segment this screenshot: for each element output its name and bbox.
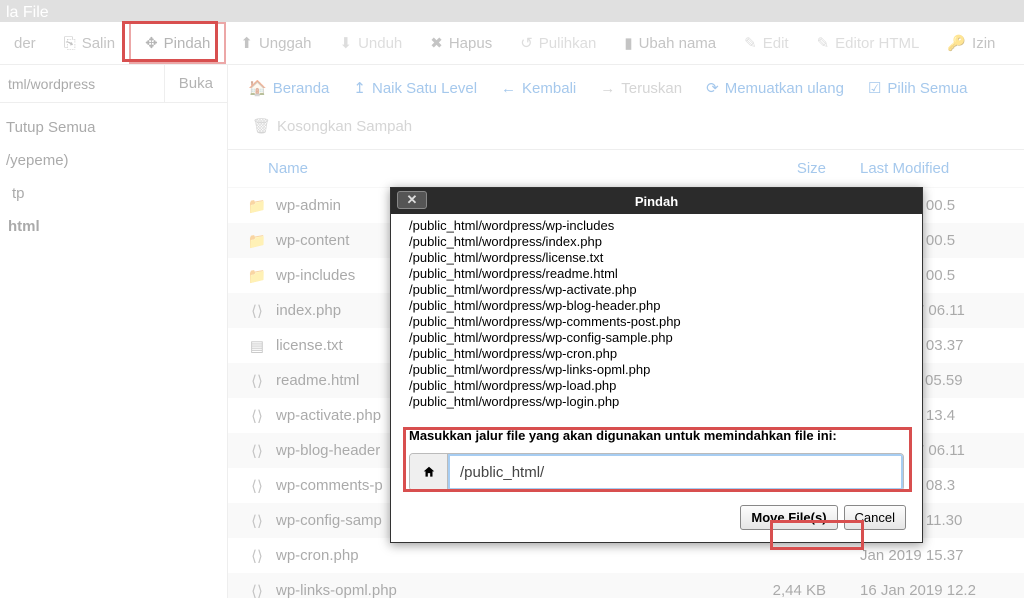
toolbar-hapus[interactable]: ✖Hapus xyxy=(416,22,506,64)
file-modified: Jan 2019 15.37 xyxy=(826,547,1006,564)
action-reload[interactable]: ⟳Memuatkan ulang xyxy=(696,71,854,105)
dialog-title: Pindah xyxy=(635,194,678,209)
tree-node-html[interactable]: html xyxy=(6,210,221,243)
collapse-all[interactable]: Tutup Semua xyxy=(6,111,221,144)
file-row[interactable]: ⟨⟩wp-cron.php Jan 2019 15.37 xyxy=(228,538,1024,573)
col-name[interactable]: Name xyxy=(246,160,716,177)
sidebar: Buka Tutup Semua /yepeme) tp html xyxy=(0,65,228,598)
file-name: wp-links-opml.php xyxy=(268,582,716,598)
action-kosongkan[interactable]: 🗑Kosongkan Sampah xyxy=(242,109,422,143)
tree-node-tp[interactable]: tp xyxy=(6,177,221,210)
list-header: Name Size Last Modified xyxy=(228,150,1024,188)
file-modified: 16 Jan 2019 12.2 xyxy=(826,582,1006,598)
key-icon: 🔑 xyxy=(947,34,966,52)
file-name: wp-cron.php xyxy=(268,547,716,564)
tree-home[interactable]: /yepeme) xyxy=(6,144,221,177)
file-type-icon: ⟨⟩ xyxy=(246,512,268,530)
file-type-icon: ⟨⟩ xyxy=(246,547,268,565)
file-type-icon: ⟨⟩ xyxy=(246,477,268,495)
file-type-icon: ⟨⟩ xyxy=(246,302,268,320)
toolbar-ubahnama[interactable]: ▮Ubah nama xyxy=(610,22,730,64)
move-icon: ✥ xyxy=(145,34,158,52)
action-kembali[interactable]: ←Kembali xyxy=(491,72,586,105)
window-title-bar: la File xyxy=(0,0,1024,22)
dialog-path-item: /public_html/wordpress/wp-login.php xyxy=(409,394,904,410)
dialog-path-item: /public_html/wordpress/wp-cron.php xyxy=(409,346,904,362)
file-type-icon: ⟨⟩ xyxy=(246,442,268,460)
up-level-icon: ↥ xyxy=(353,79,366,97)
move-dialog: ✕ Pindah /public_html/wordpress/wp-inclu… xyxy=(390,187,923,543)
action-beranda[interactable]: 🏠Beranda xyxy=(238,71,339,105)
file-type-icon: 📁 xyxy=(246,267,268,285)
dialog-title-bar: ✕ Pindah xyxy=(391,188,922,214)
destination-input[interactable] xyxy=(448,454,903,490)
file-type-icon: ⟨⟩ xyxy=(246,407,268,425)
dialog-path-item: /public_html/wordpress/wp-blog-header.ph… xyxy=(409,298,904,314)
dialog-path-item: /public_html/wordpress/wp-comments-post.… xyxy=(409,314,904,330)
toolbar-salin[interactable]: ⎘Salin xyxy=(50,22,129,64)
cancel-button[interactable]: Cancel xyxy=(844,505,906,530)
toolbar-unggah[interactable]: ⬆Unggah xyxy=(226,22,325,64)
delete-icon: ✖ xyxy=(430,34,443,52)
edit-icon: ✎ xyxy=(744,34,757,52)
toolbar-edit[interactable]: ✎Edit xyxy=(730,22,802,64)
action-teruskan[interactable]: →Teruskan xyxy=(590,72,692,105)
rename-icon: ▮ xyxy=(624,34,632,52)
dialog-path-list: /public_html/wordpress/wp-includes/publi… xyxy=(409,218,904,410)
file-type-icon: ⟨⟩ xyxy=(246,582,268,599)
move-files-button[interactable]: Move File(s) xyxy=(740,505,837,530)
select-all-icon: ☑ xyxy=(868,79,881,97)
file-type-icon: 📁 xyxy=(246,197,268,215)
dialog-path-item: /public_html/wordpress/wp-load.php xyxy=(409,378,904,394)
toolbar-unduh[interactable]: ⬇Unduh xyxy=(325,22,416,64)
dialog-path-item: /public_html/wordpress/wp-activate.php xyxy=(409,282,904,298)
file-row[interactable]: ⟨⟩wp-links-opml.php2,44 KB16 Jan 2019 12… xyxy=(228,573,1024,598)
dialog-close-button[interactable]: ✕ xyxy=(397,191,427,209)
file-size: 2,44 KB xyxy=(716,582,826,598)
dialog-path-item: /public_html/wordpress/wp-includes xyxy=(409,218,904,234)
action-naik[interactable]: ↥Naik Satu Level xyxy=(343,71,487,105)
path-input[interactable] xyxy=(0,65,164,102)
home-icon xyxy=(422,465,436,479)
go-button[interactable]: Buka xyxy=(164,65,227,102)
col-modified[interactable]: Last Modified xyxy=(826,160,1006,177)
window-title: la File xyxy=(6,4,49,22)
dialog-path-item: /public_html/wordpress/index.php xyxy=(409,234,904,250)
reload-icon: ⟳ xyxy=(706,79,719,97)
dialog-prompt: Masukkan jalur file yang akan digunakan … xyxy=(409,428,904,443)
file-type-icon: 📁 xyxy=(246,232,268,250)
dialog-path-item: /public_html/wordpress/wp-links-opml.php xyxy=(409,362,904,378)
forward-icon: → xyxy=(600,80,615,97)
dialog-path-item: /public_html/wordpress/wp-config-sample.… xyxy=(409,330,904,346)
upload-icon: ⬆ xyxy=(240,34,253,52)
toolbar-izin[interactable]: 🔑Izin xyxy=(933,22,1009,64)
main-toolbar: der ⎘Salin ✥Pindah ⬆Unggah ⬇Unduh ✖Hapus… xyxy=(0,22,1024,65)
dialog-path-item: /public_html/wordpress/readme.html xyxy=(409,266,904,282)
col-size[interactable]: Size xyxy=(716,160,826,177)
toolbar-pulihkan[interactable]: ↺Pulihkan xyxy=(506,22,610,64)
dialog-home-button[interactable] xyxy=(410,454,448,490)
download-icon: ⬇ xyxy=(339,34,352,52)
action-bar: 🏠Beranda ↥Naik Satu Level ←Kembali →Teru… xyxy=(228,65,1024,150)
trash-icon: 🗑 xyxy=(252,117,271,135)
toolbar-folder[interactable]: der xyxy=(0,22,50,64)
restore-icon: ↺ xyxy=(520,34,533,52)
toolbar-editor-html[interactable]: ✎Editor HTML xyxy=(803,22,934,64)
back-icon: ← xyxy=(501,80,516,97)
toolbar-pindah[interactable]: ✥Pindah xyxy=(129,22,226,64)
file-type-icon: ▤ xyxy=(246,337,268,355)
dialog-path-item: /public_html/wordpress/license.txt xyxy=(409,250,904,266)
home-icon: 🏠 xyxy=(248,79,267,97)
action-pilih[interactable]: ☑Pilih Semua xyxy=(858,71,978,105)
file-type-icon: ⟨⟩ xyxy=(246,372,268,390)
copy-icon: ⎘ xyxy=(64,35,76,52)
html-edit-icon: ✎ xyxy=(817,34,830,52)
